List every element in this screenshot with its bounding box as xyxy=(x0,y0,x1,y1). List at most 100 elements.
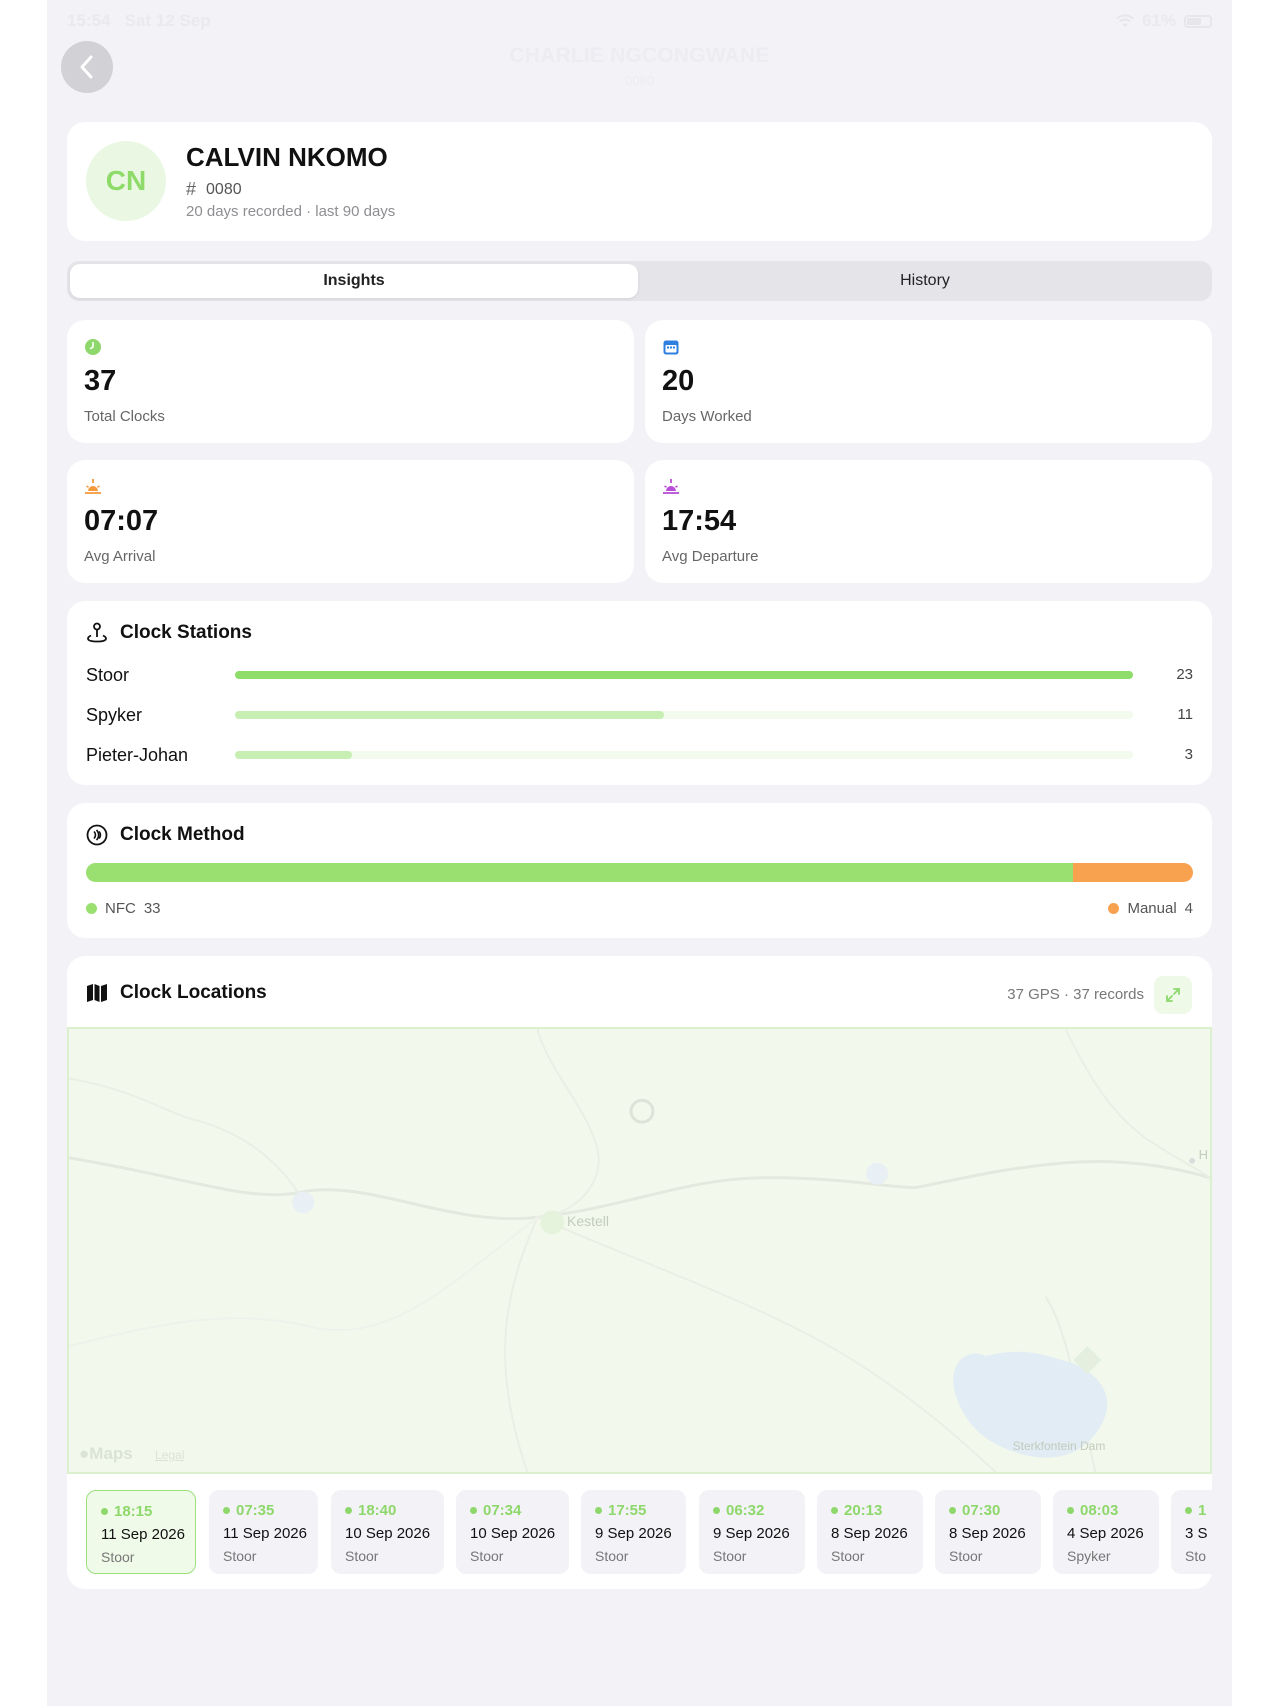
clock-stations-card: Clock Stations Stoor 23 Spyker 11 Pieter… xyxy=(67,601,1212,785)
clock-locations-map[interactable]: Kestell Sterkfontein Dam H ●Maps Legal xyxy=(67,1027,1212,1474)
record-time-text: 1 xyxy=(1198,1502,1207,1519)
record-station: Stoor xyxy=(713,1548,747,1564)
record-time-text: 07:30 xyxy=(962,1502,1001,1519)
expand-map-button[interactable] xyxy=(1154,976,1192,1014)
record-chip[interactable]: 07:35 11 Sep 2026 Stoor xyxy=(209,1490,318,1574)
record-date: 8 Sep 2026 xyxy=(831,1525,908,1542)
avatar: CN xyxy=(86,141,166,221)
stat-value: 07:07 xyxy=(84,505,159,537)
record-chip[interactable]: 07:34 10 Sep 2026 Stoor xyxy=(456,1490,569,1574)
status-date: Sat 12 Sep xyxy=(124,11,211,30)
record-time: 07:34 xyxy=(470,1502,569,1519)
record-station: Stoor xyxy=(949,1548,983,1564)
wifi-icon xyxy=(1116,14,1134,27)
profile-card: CN CALVIN NKOMO # 0080 20 days recorded … xyxy=(67,122,1212,241)
station-name: Spyker xyxy=(86,705,143,725)
legend-count: 33 xyxy=(143,900,161,917)
legend-label: NFC xyxy=(105,900,136,917)
tab-insights[interactable]: Insights xyxy=(70,264,638,298)
record-time: 18:40 xyxy=(345,1502,444,1519)
record-time-text: 08:03 xyxy=(1080,1502,1119,1519)
status-dot xyxy=(949,1507,956,1514)
legend-dot xyxy=(86,903,97,914)
clock-records-strip[interactable]: 18:15 11 Sep 2026 Stoor 07:35 11 Sep 202… xyxy=(86,1490,1212,1574)
legend-count: 4 xyxy=(1184,900,1193,917)
record-chip[interactable]: 08:03 4 Sep 2026 Spyker xyxy=(1053,1490,1159,1574)
legend-manual: Manual 4 xyxy=(1108,900,1193,917)
stat-card-total-clocks: 37 Total Clocks xyxy=(67,320,634,443)
legend-nfc: NFC 33 xyxy=(86,900,161,917)
battery-icon xyxy=(1184,14,1212,28)
record-time-text: 17:55 xyxy=(608,1502,647,1519)
status-dot xyxy=(223,1507,230,1514)
record-time: 08:03 xyxy=(1067,1502,1159,1519)
record-chip[interactable]: 20:13 8 Sep 2026 Stoor xyxy=(817,1490,923,1574)
employee-number: 0080 xyxy=(206,180,242,198)
record-date: 11 Sep 2026 xyxy=(101,1526,185,1543)
record-station: Stoor xyxy=(470,1548,504,1564)
record-time: 1 xyxy=(1185,1502,1212,1519)
stat-value: 17:54 xyxy=(662,505,737,537)
map-label-dam: Sterkfontein Dam xyxy=(1012,1439,1106,1453)
stat-label: Avg Departure xyxy=(662,548,759,565)
tab-history[interactable]: History xyxy=(641,264,1209,298)
sunset-icon xyxy=(663,479,679,494)
hash-icon: # xyxy=(186,179,197,199)
clock-method-header: Clock Method xyxy=(86,824,245,846)
stat-card-avg-arrival: 07:07 Avg Arrival xyxy=(67,460,634,583)
station-name: Stoor xyxy=(86,665,130,685)
record-chip[interactable]: 18:40 10 Sep 2026 Stoor xyxy=(331,1490,444,1574)
map-label-town: Kestell xyxy=(567,1213,610,1229)
status-dot xyxy=(1067,1507,1074,1514)
sunrise-icon xyxy=(85,479,101,494)
record-station: Stoor xyxy=(595,1548,629,1564)
status-left: 15:54 Sat 12 Sep xyxy=(67,11,211,31)
status-time: 15:54 xyxy=(67,11,111,30)
section-title-text: Clock Method xyxy=(120,824,245,845)
map-legal-link[interactable]: Legal xyxy=(155,1448,184,1462)
status-dot xyxy=(713,1507,720,1514)
station-bar-track xyxy=(235,671,1133,679)
station-row: Pieter-Johan 3 xyxy=(86,743,1193,767)
record-chip[interactable]: 06:32 9 Sep 2026 Stoor xyxy=(699,1490,805,1574)
record-time-text: 06:32 xyxy=(726,1502,765,1519)
record-date: 3 S xyxy=(1185,1525,1208,1542)
station-bar-track xyxy=(235,751,1133,759)
segmented-control: Insights History xyxy=(67,261,1212,301)
status-dot xyxy=(1185,1507,1192,1514)
station-count: 3 xyxy=(1184,746,1193,763)
clock-stations-header: Clock Stations xyxy=(86,622,252,644)
clock-method-card: Clock Method NFC 33 Manual 4 xyxy=(67,803,1212,938)
map-label-edge: H xyxy=(1198,1147,1208,1162)
status-dot xyxy=(345,1507,352,1514)
record-date: 10 Sep 2026 xyxy=(470,1525,556,1542)
method-bar-segment-nfc xyxy=(86,863,1074,882)
station-row: Spyker 11 xyxy=(86,703,1193,727)
method-stacked-bar xyxy=(86,863,1193,882)
record-time: 20:13 xyxy=(831,1502,923,1519)
station-bar-fill xyxy=(235,671,1133,679)
profile-name: CALVIN NKOMO xyxy=(186,142,388,172)
calendar-icon xyxy=(663,340,679,355)
expand-icon xyxy=(1166,988,1180,1002)
apple-logo-icon: ● xyxy=(79,1444,90,1463)
nav-subtitle: 0080 xyxy=(625,73,654,88)
record-chip[interactable]: 17:55 9 Sep 2026 Stoor xyxy=(581,1490,686,1574)
record-time-text: 18:40 xyxy=(358,1502,397,1519)
record-time: 17:55 xyxy=(595,1502,686,1519)
record-chip[interactable]: 1 3 S Sto xyxy=(1171,1490,1212,1574)
record-chip[interactable]: 18:15 11 Sep 2026 Stoor xyxy=(86,1490,196,1574)
record-station: Sto xyxy=(1185,1548,1207,1564)
record-chip[interactable]: 07:30 8 Sep 2026 Stoor xyxy=(935,1490,1041,1574)
map-pin-icon xyxy=(87,622,107,643)
record-time: 07:30 xyxy=(949,1502,1041,1519)
record-time: 06:32 xyxy=(713,1502,805,1519)
clock-locations-card: Clock Locations 37 GPS · 37 records Kest… xyxy=(67,956,1212,1589)
record-time-text: 20:13 xyxy=(844,1502,883,1519)
record-station: Spyker xyxy=(1067,1548,1111,1564)
nfc-icon xyxy=(86,824,108,846)
record-time-text: 07:35 xyxy=(236,1502,275,1519)
record-time: 07:35 xyxy=(223,1502,318,1519)
map-terrain xyxy=(69,1029,1210,1472)
legend-label: Manual xyxy=(1127,900,1177,917)
